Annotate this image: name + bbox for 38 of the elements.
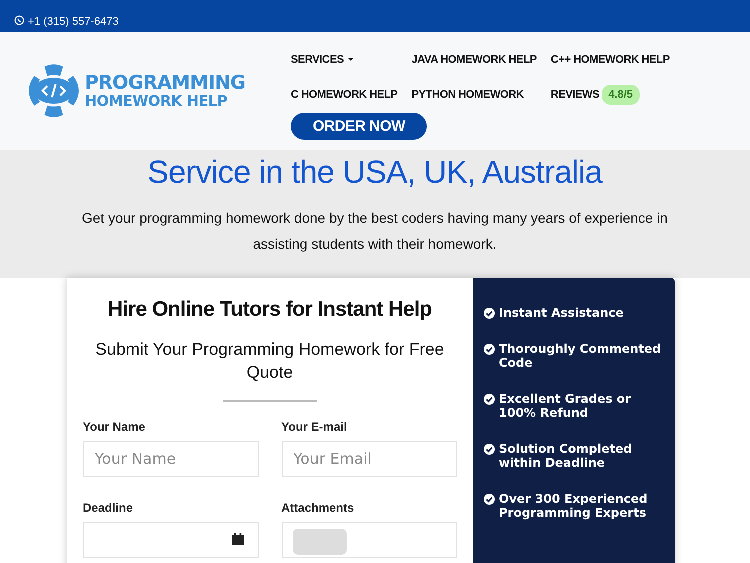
feature-text: Excellent Grades or 100% Refund	[499, 392, 632, 420]
input-field[interactable]: Your Email	[282, 441, 457, 477]
check-circle-icon	[484, 344, 495, 355]
check-circle-icon	[484, 308, 495, 319]
feature-text: Thoroughly Commented Code	[499, 342, 662, 370]
field-label: Deadline	[83, 501, 134, 515]
form-subtitle: Submit Your Programming Homework for Free Quote	[94, 339, 446, 384]
phone-icon	[14, 15, 25, 26]
input-field[interactable]: Your Name	[83, 441, 258, 477]
choose-file-button[interactable]	[292, 529, 346, 555]
nav-link[interactable]: C HOMEWORK HELP	[291, 77, 398, 112]
check-circle-icon	[484, 444, 495, 455]
feature-text: Solution Completed within Deadline	[499, 442, 634, 470]
nav-link[interactable]: REVIEWS	[550, 77, 600, 112]
form-title: Hire Online Tutors for Instant Help	[107, 298, 433, 322]
check-circle-icon	[484, 394, 495, 405]
services-menu[interactable]: SERVICES	[291, 42, 398, 77]
rating-badge: 4.8/5	[602, 84, 640, 104]
feature-text: Over 300 Experienced Programming Experts	[499, 492, 649, 520]
caret-icon	[348, 58, 354, 61]
order-now-button[interactable]: ORDER NOW	[291, 113, 428, 140]
nav-link[interactable]: JAVA HOMEWORK HELP	[412, 42, 537, 77]
code-globe-icon	[29, 62, 79, 120]
nav-link[interactable]: C++ HOMEWORK HELP	[550, 42, 670, 77]
feature-text: Instant Assistance	[499, 306, 624, 320]
check-circle-icon	[484, 494, 495, 505]
field-label: Your Name	[83, 420, 146, 434]
hero-subtitle: Get your programming homework done by the best coders having many years of experience in assisting students with their homework.	[81, 209, 669, 254]
field-label: Attachments	[282, 501, 356, 515]
file-field[interactable]	[282, 522, 457, 558]
calendar-icon	[232, 533, 244, 545]
date-field[interactable]	[83, 522, 258, 558]
phone-number[interactable]: +1 (315) 557-6473	[28, 16, 119, 28]
nav-link[interactable]: PYTHON HOMEWORK	[412, 77, 537, 112]
hero-title: Service in the USA, UK, Australia	[146, 154, 604, 191]
logo-text: PROGRAMMING	[85, 72, 246, 94]
logo-subtext: HOMEWORK HELP	[85, 94, 229, 110]
field-label: Your E-mail	[282, 420, 348, 434]
